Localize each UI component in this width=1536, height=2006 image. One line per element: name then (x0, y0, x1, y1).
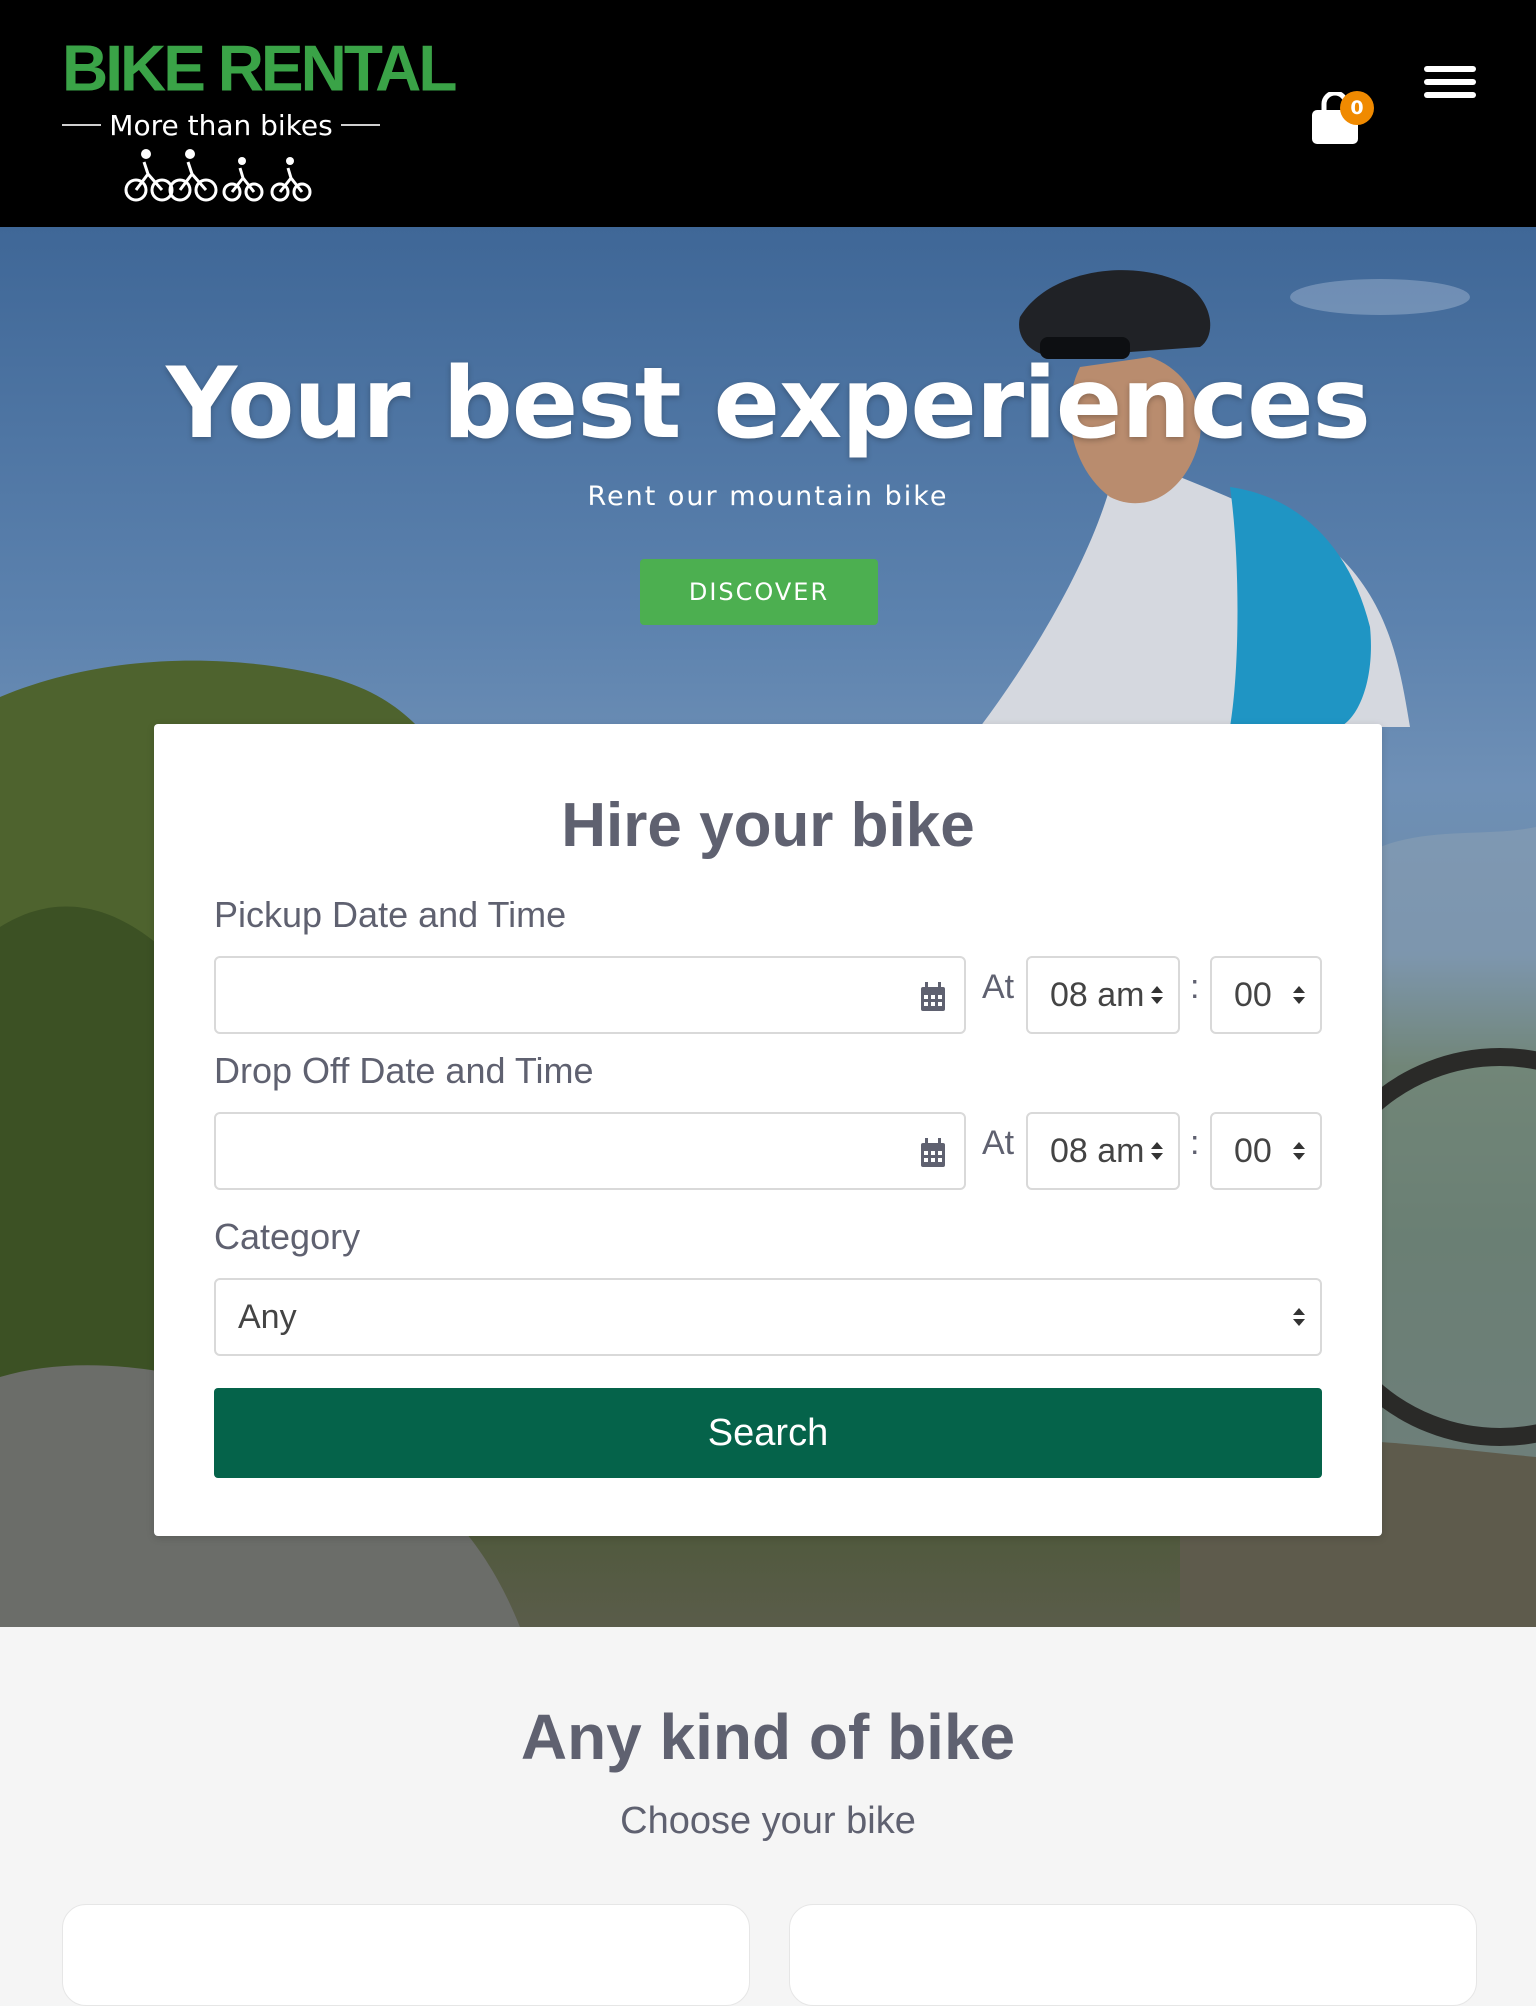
select-arrows-icon (1293, 986, 1305, 1004)
pickup-label: Pickup Date and Time (214, 894, 567, 935)
pickup-hour-value: 08 am (1050, 975, 1145, 1014)
hero-title: Your best experiences (166, 347, 1371, 461)
category-select[interactable]: Any (214, 1278, 1322, 1356)
pickup-hour-select[interactable]: 08 am (1026, 956, 1180, 1034)
pickup-date-input[interactable] (214, 956, 966, 1034)
pickup-time-separator: : (1190, 968, 1200, 1006)
logo-tagline: More than bikes (62, 108, 380, 142)
pickup-minute-select[interactable]: 00 (1210, 956, 1322, 1034)
dropoff-date-input[interactable] (214, 1112, 966, 1190)
hero-subtitle: Rent our mountain bike (587, 481, 949, 512)
dropoff-hour-select[interactable]: 08 am (1026, 1112, 1180, 1190)
dropoff-time-separator: : (1190, 1124, 1200, 1162)
category-label: Category (214, 1216, 361, 1257)
section-subtitle: Choose your bike (620, 1800, 916, 1842)
dropoff-minute-value: 00 (1234, 1131, 1272, 1170)
logo-title: BIKE RENTAL (62, 31, 457, 105)
booking-title: Hire your bike (561, 791, 975, 860)
tagline-line-left (62, 124, 102, 126)
select-arrows-icon (1151, 986, 1163, 1004)
select-arrows-icon (1293, 1308, 1305, 1326)
hamburger-menu-icon[interactable] (1424, 66, 1476, 98)
bike-card[interactable] (62, 1904, 750, 2006)
booking-form-card: Hire your bike Pickup Date and Time At 0… (154, 724, 1382, 1536)
tagline-line-right (340, 124, 380, 126)
bike-card[interactable] (789, 1904, 1477, 2006)
category-value: Any (238, 1297, 297, 1336)
pickup-at-label: At (982, 968, 1015, 1006)
site-header: BIKE RENTAL More than bikes 0 (0, 0, 1536, 227)
logo[interactable]: BIKE RENTAL More than bikes (62, 31, 457, 206)
pickup-minute-value: 00 (1234, 975, 1272, 1014)
select-arrows-icon (1151, 1142, 1163, 1160)
discover-button[interactable]: DISCOVER (640, 559, 878, 625)
calendar-icon (921, 1138, 945, 1167)
dropoff-label: Drop Off Date and Time (214, 1050, 594, 1091)
section-title: Any kind of bike (520, 1701, 1016, 1773)
dropoff-at-label: At (982, 1124, 1015, 1162)
cart-count-badge: 0 (1340, 91, 1374, 125)
calendar-icon (921, 982, 945, 1011)
logo-tagline-text: More than bikes (109, 108, 333, 142)
cyclists-icon (124, 149, 312, 202)
dropoff-hour-value: 08 am (1050, 1131, 1145, 1170)
select-arrows-icon (1293, 1142, 1305, 1160)
search-button[interactable]: Search (214, 1388, 1322, 1478)
dropoff-minute-select[interactable]: 00 (1210, 1112, 1322, 1190)
